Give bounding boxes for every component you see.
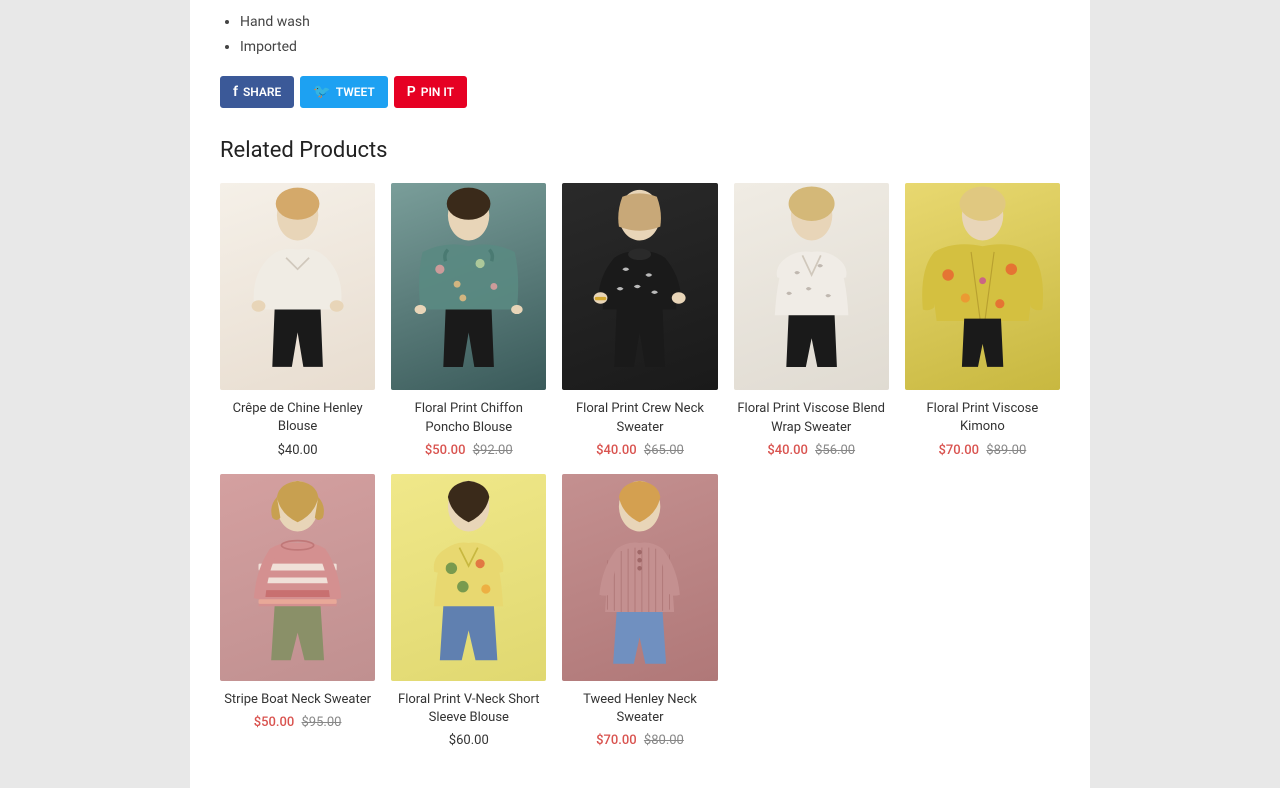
product-price-stripe-boat: $50.00 $95.00 [220, 715, 375, 730]
product-price-viscose-kimono: $70.00 $89.00 [905, 443, 1060, 458]
price-regular-floral-vneck: $60.00 [449, 733, 489, 748]
product-card-tweed-henley[interactable]: Tweed Henley Neck Sweater $70.00 $80.00 [562, 474, 717, 748]
product-name-floral-poncho: Floral Print Chiffon Poncho Blouse [391, 400, 546, 436]
price-original-floral-poncho: $92.00 [473, 443, 513, 458]
product-image-floral-poncho [391, 183, 546, 390]
price-sale-viscose-wrap: $40.00 [767, 443, 808, 458]
product-features-list: Hand wash Imported [220, 10, 1060, 60]
pinterest-label: PIN IT [421, 85, 454, 99]
feature-imported: Imported [240, 35, 1060, 60]
product-figure-viscose-kimono [905, 183, 1060, 390]
price-regular-crepe-henley: $40.00 [278, 443, 318, 458]
facebook-label: SHARE [243, 85, 281, 99]
product-price-floral-vneck: $60.00 [391, 733, 546, 748]
product-figure-floral-crew [562, 183, 717, 390]
product-card-viscose-kimono[interactable]: Floral Print Viscose Kimono $70.00 $89.0… [905, 183, 1060, 457]
product-figure-tweed-henley [562, 474, 717, 681]
product-card-viscose-wrap[interactable]: Floral Print Viscose Blend Wrap Sweater … [734, 183, 889, 457]
product-name-viscose-kimono: Floral Print Viscose Kimono [905, 400, 1060, 436]
price-sale-floral-poncho: $50.00 [425, 443, 466, 458]
product-price-crepe-henley: $40.00 [220, 443, 375, 458]
related-products-title: Related Products [220, 138, 1060, 163]
price-original-viscose-kimono: $89.00 [986, 443, 1026, 458]
product-name-floral-crew: Floral Print Crew Neck Sweater [562, 400, 717, 436]
product-figure-floral-vneck [391, 474, 546, 681]
pinterest-share-button[interactable]: P PIN IT [394, 76, 467, 108]
products-grid-row1: Crêpe de Chine Henley Blouse $40.00 [220, 183, 1060, 457]
product-price-floral-poncho: $50.00 $92.00 [391, 443, 546, 458]
product-name-crepe-henley: Crêpe de Chine Henley Blouse [220, 400, 375, 436]
price-original-floral-crew: $65.00 [644, 443, 684, 458]
product-figure-crepe-henley [220, 183, 375, 390]
product-price-tweed-henley: $70.00 $80.00 [562, 733, 717, 748]
product-card-floral-crew[interactable]: Floral Print Crew Neck Sweater $40.00 $6… [562, 183, 717, 457]
product-name-floral-vneck: Floral Print V-Neck Short Sleeve Blouse [391, 691, 546, 727]
twitter-icon: 🐦 [313, 84, 330, 100]
price-sale-tweed-henley: $70.00 [596, 733, 637, 748]
product-name-viscose-wrap: Floral Print Viscose Blend Wrap Sweater [734, 400, 889, 436]
product-card-floral-poncho[interactable]: Floral Print Chiffon Poncho Blouse $50.0… [391, 183, 546, 457]
product-name-tweed-henley: Tweed Henley Neck Sweater [562, 691, 717, 727]
product-image-stripe-boat [220, 474, 375, 681]
product-image-viscose-kimono [905, 183, 1060, 390]
price-original-viscose-wrap: $56.00 [815, 443, 855, 458]
price-sale-stripe-boat: $50.00 [254, 715, 295, 730]
product-card-crepe-henley[interactable]: Crêpe de Chine Henley Blouse $40.00 [220, 183, 375, 457]
product-card-floral-vneck[interactable]: Floral Print V-Neck Short Sleeve Blouse … [391, 474, 546, 748]
product-image-crepe-henley [220, 183, 375, 390]
product-figure-stripe-boat [220, 474, 375, 681]
price-sale-floral-crew: $40.00 [596, 443, 637, 458]
price-sale-viscose-kimono: $70.00 [939, 443, 980, 458]
product-card-stripe-boat[interactable]: Stripe Boat Neck Sweater $50.00 $95.00 [220, 474, 375, 748]
product-image-viscose-wrap [734, 183, 889, 390]
product-price-floral-crew: $40.00 $65.00 [562, 443, 717, 458]
product-details-section: Hand wash Imported f SHARE 🐦 TWEET P PIN… [220, 0, 1060, 128]
facebook-icon: f [233, 84, 238, 100]
related-products-section: Related Products [220, 128, 1060, 748]
pinterest-icon: P [407, 84, 416, 100]
social-share-buttons: f SHARE 🐦 TWEET P PIN IT [220, 76, 1060, 108]
twitter-share-button[interactable]: 🐦 TWEET [300, 76, 387, 108]
price-original-tweed-henley: $80.00 [644, 733, 684, 748]
products-grid-row2: Stripe Boat Neck Sweater $50.00 $95.00 [220, 474, 1060, 748]
facebook-share-button[interactable]: f SHARE [220, 76, 294, 108]
product-image-tweed-henley [562, 474, 717, 681]
twitter-label: TWEET [336, 85, 375, 99]
product-image-floral-crew [562, 183, 717, 390]
product-figure-floral-poncho [391, 183, 546, 390]
product-price-viscose-wrap: $40.00 $56.00 [734, 443, 889, 458]
product-image-floral-vneck [391, 474, 546, 681]
price-original-stripe-boat: $95.00 [302, 715, 342, 730]
feature-hand-wash: Hand wash [240, 10, 1060, 35]
product-name-stripe-boat: Stripe Boat Neck Sweater [220, 691, 375, 709]
product-figure-viscose-wrap [734, 183, 889, 390]
